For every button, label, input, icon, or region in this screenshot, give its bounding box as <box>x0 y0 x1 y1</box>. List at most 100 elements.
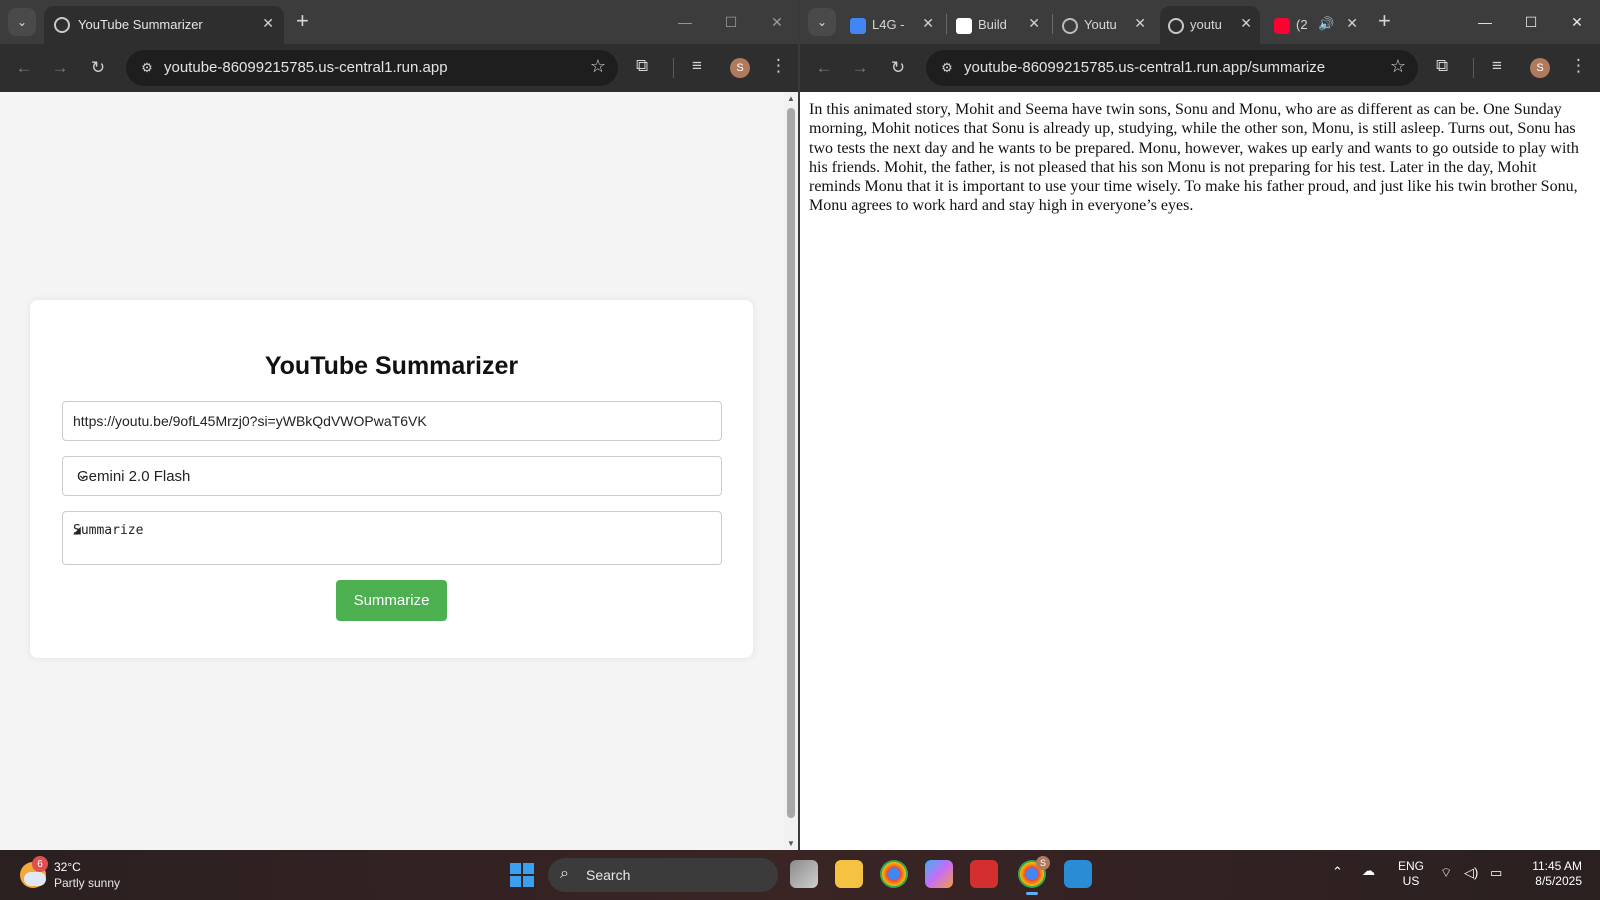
tab-title: (2 <box>1296 17 1308 32</box>
tab-search-button[interactable]: ⌄ <box>8 8 36 36</box>
tab-build[interactable]: Build ✕ <box>948 6 1048 44</box>
reload-button[interactable]: ↻ <box>86 56 110 80</box>
menu-dots-icon[interactable]: ⋮ <box>1570 56 1587 76</box>
address-bar[interactable]: ⚙ youtube-86099215785.us-central1.run.ap… <box>926 50 1418 86</box>
toolbar-divider <box>1473 58 1474 78</box>
media-control-icon[interactable]: ≡ <box>692 56 702 76</box>
bookmark-star-icon[interactable]: ☆ <box>1390 56 1406 77</box>
summary-page: In this animated story, Mohit and Seema … <box>800 92 1600 850</box>
file-explorer-icon[interactable] <box>835 860 863 888</box>
maximize-button[interactable]: ☐ <box>1508 0 1554 44</box>
windows-logo-icon <box>523 876 534 887</box>
maximize-button[interactable]: ☐ <box>708 0 754 44</box>
cloud-icon <box>24 872 46 886</box>
close-tab-icon[interactable]: ✕ <box>922 15 934 32</box>
weather-condition: Partly sunny <box>54 876 121 890</box>
prompt-textarea[interactable]: Summarize ◢ <box>62 511 722 565</box>
scrollbar-thumb[interactable] <box>787 108 795 818</box>
summarize-button[interactable]: Summarize <box>336 580 447 621</box>
close-tab-icon[interactable]: ✕ <box>1346 15 1358 32</box>
tab-divider <box>946 14 947 34</box>
close-tab-icon[interactable]: ✕ <box>1240 15 1252 32</box>
start-button[interactable] <box>510 863 534 887</box>
address-text: youtube-86099215785.us-central1.run.app/… <box>964 59 1326 76</box>
extensions-icon[interactable]: ⧉ <box>1436 56 1448 76</box>
copilot-icon[interactable] <box>925 860 953 888</box>
speaker-audio-icon[interactable]: 🔊 <box>1318 16 1334 32</box>
wifi-icon[interactable]: ⌔ <box>1440 865 1452 881</box>
tab-title: YouTube Summarizer <box>78 17 203 32</box>
back-button[interactable]: ← <box>812 56 836 80</box>
system-clock[interactable]: 11:45 AM 8/5/2025 <box>1526 859 1582 889</box>
chevron-down-icon: ⌄ <box>816 15 828 29</box>
close-tab-icon[interactable]: ✕ <box>262 15 274 32</box>
media-control-icon[interactable]: ≡ <box>1492 56 1502 76</box>
tab-youtube-summarizer[interactable]: Youtu ✕ <box>1054 6 1154 44</box>
onedrive-cloud-icon[interactable]: ☁ <box>1362 863 1375 879</box>
left-browser-window: ⌄ YouTube Summarizer ✕ + — ☐ ✕ ← → ↻ ⚙ y… <box>0 0 800 850</box>
taskbar-search[interactable]: ⌕ Search <box>548 858 778 892</box>
close-tab-icon[interactable]: ✕ <box>1028 15 1040 32</box>
task-view-icon[interactable] <box>790 860 818 888</box>
right-browser-window: ⌄ L4G - ✕ Build ✕ Youtu ✕ youtu ✕ (2 🔊 ✕… <box>800 0 1600 850</box>
chrome-icon[interactable] <box>880 860 908 888</box>
tab-title: Build <box>978 17 1007 32</box>
bookmark-star-icon[interactable]: ☆ <box>590 56 606 77</box>
new-tab-button[interactable]: + <box>1378 10 1391 32</box>
profile-avatar[interactable]: S <box>1530 58 1550 78</box>
volume-icon[interactable]: ◁) <box>1464 865 1478 881</box>
window-controls: — ☐ ✕ <box>1462 0 1600 44</box>
close-tab-icon[interactable]: ✕ <box>1134 15 1146 32</box>
address-bar[interactable]: ⚙ youtube-86099215785.us-central1.run.ap… <box>126 50 618 86</box>
forward-button[interactable]: → <box>48 56 72 80</box>
settings-favicon-icon <box>1062 18 1078 34</box>
weather-temperature: 32°C <box>54 860 81 874</box>
tab-search-button[interactable]: ⌄ <box>808 8 836 36</box>
youtube-url-input[interactable]: https://youtu.be/9ofL45Mrzj0?si=yWBkQdVW… <box>62 401 722 441</box>
tab-docs[interactable]: L4G - ✕ <box>842 6 942 44</box>
ai-studio-icon <box>956 18 972 34</box>
new-tab-button[interactable]: + <box>296 10 309 32</box>
clock-date: 8/5/2025 <box>1535 874 1582 888</box>
close-window-button[interactable]: ✕ <box>754 0 800 44</box>
tab-title: Youtu <box>1084 17 1117 32</box>
tab-summarize-active[interactable]: youtu ✕ <box>1160 6 1260 44</box>
taskbar-search-label: Search <box>586 867 631 883</box>
windows-logo-icon <box>510 863 521 874</box>
chrome-profile-icon[interactable]: S <box>1018 856 1050 895</box>
site-info-icon[interactable]: ⚙ <box>938 59 956 77</box>
close-window-button[interactable]: ✕ <box>1554 0 1600 44</box>
site-info-icon[interactable]: ⚙ <box>138 59 156 77</box>
summary-text: In this animated story, Mohit and Seema … <box>809 101 1579 215</box>
resize-handle-icon[interactable]: ◢ <box>73 523 719 562</box>
forward-button[interactable]: → <box>848 56 872 80</box>
vertical-scrollbar[interactable]: ▲ ▼ <box>784 92 798 850</box>
model-select[interactable]: Gemini 2.0 Flash ⌄ <box>62 456 722 496</box>
left-toolbar: ← → ↻ ⚙ youtube-86099215785.us-central1.… <box>0 44 800 92</box>
tab-title: youtu <box>1190 17 1222 32</box>
tab-divider <box>1052 14 1053 34</box>
chevron-down-icon: ⌄ <box>77 466 89 482</box>
extensions-icon[interactable]: ⧉ <box>636 56 648 76</box>
search-icon: ⌕ <box>560 865 569 882</box>
active-tab[interactable]: YouTube Summarizer ✕ <box>44 6 284 44</box>
language-indicator[interactable]: ENG US <box>1398 859 1424 889</box>
notepad-icon[interactable] <box>1064 860 1092 888</box>
weather-widget[interactable]: 6 32°C Partly sunny <box>20 856 140 892</box>
wps-office-icon[interactable] <box>970 860 998 888</box>
minimize-button[interactable]: — <box>662 0 708 44</box>
battery-icon[interactable]: ▭ <box>1490 865 1502 881</box>
minimize-button[interactable]: — <box>1462 0 1508 44</box>
chevron-up-icon[interactable]: ⌃ <box>1332 864 1343 880</box>
tab-youtube[interactable]: (2 🔊 ✕ <box>1266 6 1366 44</box>
page-title: YouTube Summarizer <box>264 352 519 380</box>
globe-icon <box>1168 18 1184 34</box>
scroll-up-icon[interactable]: ▲ <box>787 94 795 103</box>
menu-dots-icon[interactable]: ⋮ <box>770 56 787 76</box>
back-button[interactable]: ← <box>12 56 36 80</box>
scroll-down-icon[interactable]: ▼ <box>787 839 795 848</box>
reload-button[interactable]: ↻ <box>886 56 910 80</box>
language-code: ENG <box>1398 859 1425 873</box>
profile-avatar[interactable]: S <box>730 58 750 78</box>
globe-icon <box>54 17 70 33</box>
